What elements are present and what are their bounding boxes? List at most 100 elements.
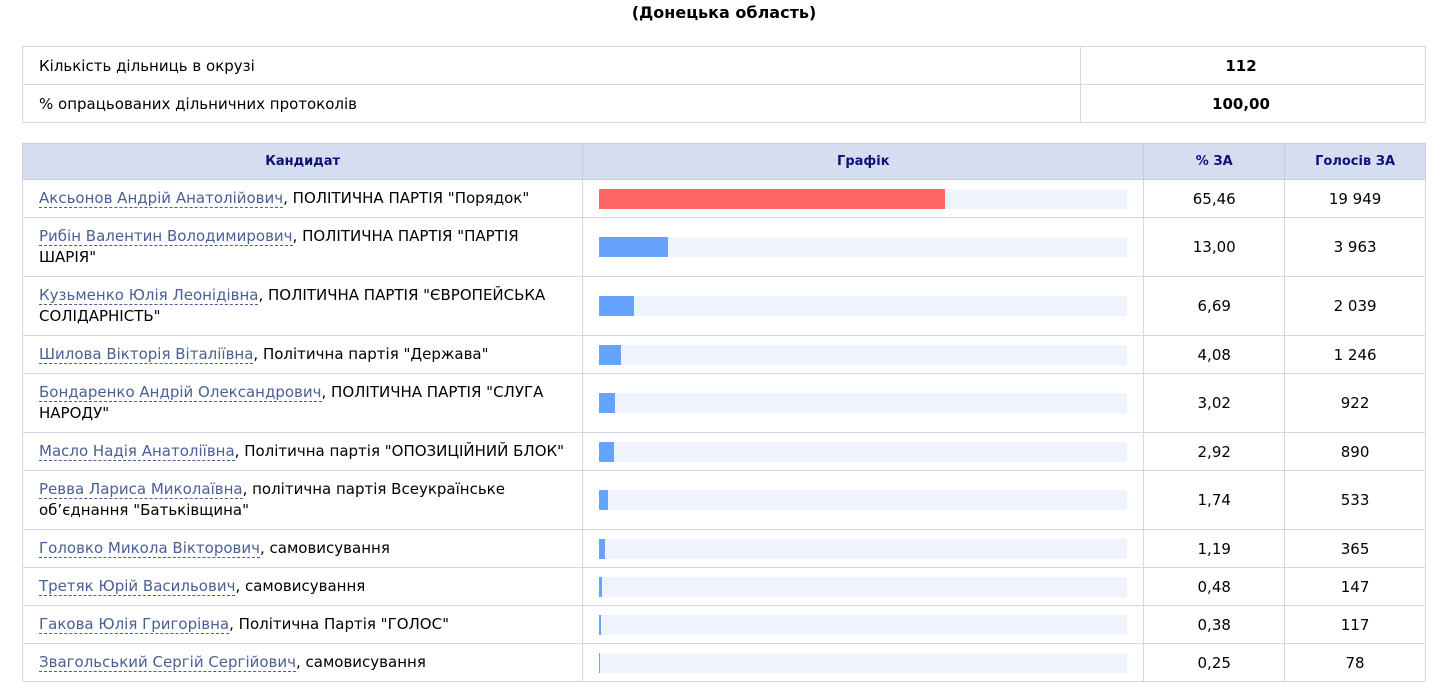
table-row: Бондаренко Андрій Олександрович, ПОЛІТИЧ… (21, 373, 1426, 433)
candidate-name-link[interactable]: Головко Микола Вікторович (39, 539, 260, 558)
chart-cell (582, 179, 1145, 218)
results-body: Аксьонов Андрій Анатолійович, ПОЛІТИЧНА … (21, 179, 1426, 682)
summary-row-processed: % опрацьованих дільничних протоколів 100… (22, 84, 1426, 123)
vote-share-bar (599, 652, 601, 673)
bar-track (599, 237, 1128, 257)
candidate-cell: Шилова Вікторія Віталіївна, Політична па… (21, 335, 584, 374)
candidate-party: , Політична партія "Держава" (253, 345, 489, 363)
table-row: Кузьменко Юлія Леонідівна, ПОЛІТИЧНА ПАР… (21, 276, 1426, 336)
table-row: Ревва Лариса Миколаївна, політична парті… (21, 470, 1426, 530)
chart-cell (582, 217, 1145, 277)
candidate-name-link[interactable]: Бондаренко Андрій Олександрович (39, 383, 322, 402)
candidate-party: , самовисування (260, 539, 390, 557)
vote-share-bar (599, 393, 616, 413)
bar-track (599, 576, 1128, 597)
candidate-cell: Масло Надія Анатоліївна, Політична парті… (21, 432, 584, 471)
votes-cell: 117 (1284, 605, 1426, 644)
results-header-row: Кандидат Графік % ЗА Голосів ЗА (21, 143, 1426, 180)
votes-cell: 2 039 (1284, 276, 1426, 336)
vote-share-bar (599, 614, 602, 635)
bar-track (599, 490, 1128, 510)
candidate-party: , ПОЛІТИЧНА ПАРТІЯ "Порядок" (283, 189, 530, 207)
percent-cell: 4,08 (1143, 335, 1286, 374)
candidate-name-link[interactable]: Ревва Лариса Миколаївна (39, 480, 243, 499)
candidate-party: , Політична партія "ОПОЗИЦІЙНИЙ БЛОК" (234, 442, 565, 460)
bar-track (599, 344, 1128, 365)
candidate-cell: Гакова Юлія Григорівна, Політична Партія… (21, 605, 584, 644)
chart-cell (582, 373, 1145, 433)
table-row: Гакова Юлія Григорівна, Політична Партія… (21, 605, 1426, 644)
candidate-name-link[interactable]: Рибін Валентин Володимирович (39, 227, 293, 246)
chart-cell (582, 567, 1145, 606)
votes-cell: 19 949 (1284, 179, 1426, 218)
summary-row-stations: Кількість дільниць в окрузі 112 (22, 46, 1426, 85)
votes-cell: 365 (1284, 529, 1426, 568)
candidate-name-link[interactable]: Кузьменко Юлія Леонідівна (39, 286, 259, 305)
chart-cell (582, 643, 1145, 682)
table-row: Третяк Юрій Васильович, самовисування 0,4… (21, 567, 1426, 606)
vote-share-bar (599, 296, 635, 316)
header-chart: Графік (582, 143, 1145, 180)
bar-track (599, 652, 1128, 673)
chart-cell (582, 276, 1145, 336)
percent-cell: 6,69 (1143, 276, 1286, 336)
vote-share-bar (599, 538, 606, 559)
candidate-name-link[interactable]: Звагольський Сергій Сергійович (39, 653, 296, 672)
vote-share-bar (599, 344, 622, 365)
votes-cell: 922 (1284, 373, 1426, 433)
candidate-cell: Аксьонов Андрій Анатолійович, ПОЛІТИЧНА … (21, 179, 584, 218)
candidate-cell: Звагольський Сергій Сергійович, самовису… (21, 643, 584, 682)
candidate-cell: Третяк Юрій Васильович, самовисування (21, 567, 584, 606)
bar-track (599, 441, 1128, 462)
percent-cell: 3,02 (1143, 373, 1286, 433)
table-row: Рибін Валентин Володимирович, ПОЛІТИЧНА … (21, 217, 1426, 277)
votes-cell: 1 246 (1284, 335, 1426, 374)
bar-track (599, 538, 1128, 559)
chart-cell (582, 470, 1145, 530)
percent-cell: 2,92 (1143, 432, 1286, 471)
candidate-party: , самовисування (235, 577, 366, 595)
table-row: Масло Надія Анатоліївна, Політична парті… (21, 432, 1426, 471)
votes-cell: 890 (1284, 432, 1426, 471)
votes-cell: 147 (1284, 567, 1426, 606)
table-row: Шилова Вікторія Віталіївна, Політична па… (21, 335, 1426, 374)
candidate-party: , самовисування (296, 653, 426, 671)
bar-track (599, 614, 1128, 635)
percent-cell: 0,48 (1143, 567, 1286, 606)
percent-cell: 13,00 (1143, 217, 1286, 277)
chart-cell (582, 335, 1145, 374)
bar-track (599, 393, 1128, 413)
chart-cell (582, 529, 1145, 568)
candidate-party: , Політична Партія "ГОЛОС" (229, 615, 449, 633)
candidate-cell: Бондаренко Андрій Олександрович, ПОЛІТИЧ… (21, 373, 584, 433)
table-row: Головко Микола Вікторович, самовисування… (21, 529, 1426, 568)
percent-cell: 1,74 (1143, 470, 1286, 530)
region-title: (Донецька область) (631, 3, 817, 22)
vote-share-bar (599, 188, 946, 209)
header-votes: Голосів ЗА (1284, 143, 1426, 180)
chart-cell (582, 432, 1145, 471)
vote-share-bar (599, 441, 615, 462)
summary-value: 112 (1080, 46, 1426, 85)
table-row: Звагольський Сергій Сергійович, самовису… (21, 643, 1426, 682)
candidate-cell: Головко Микола Вікторович, самовисування (21, 529, 584, 568)
candidate-name-link[interactable]: Шилова Вікторія Віталіївна (39, 345, 254, 364)
vote-share-bar (599, 490, 609, 510)
district-summary-table: Кількість дільниць в окрузі 112 % опраць… (22, 46, 1426, 123)
votes-cell: 533 (1284, 470, 1426, 530)
candidate-cell: Рибін Валентин Володимирович, ПОЛІТИЧНА … (21, 217, 584, 277)
table-row: Аксьонов Андрій Анатолійович, ПОЛІТИЧНА … (21, 179, 1426, 218)
candidate-name-link[interactable]: Гакова Юлія Григорівна (39, 615, 230, 634)
bar-track (599, 296, 1128, 316)
header-candidate: Кандидат (21, 143, 584, 180)
percent-cell: 65,46 (1143, 179, 1286, 218)
header-percent: % ЗА (1143, 143, 1286, 180)
candidate-name-link[interactable]: Аксьонов Андрій Анатолійович (39, 189, 284, 208)
candidate-cell: Ревва Лариса Миколаївна, політична парті… (21, 470, 584, 530)
vote-share-bar (599, 237, 669, 257)
summary-value: 100,00 (1080, 84, 1426, 123)
candidate-name-link[interactable]: Третяк Юрій Васильович (39, 577, 236, 596)
candidate-name-link[interactable]: Масло Надія Анатоліївна (39, 442, 235, 461)
candidate-cell: Кузьменко Юлія Леонідівна, ПОЛІТИЧНА ПАР… (21, 276, 584, 336)
bar-track (599, 188, 1128, 209)
